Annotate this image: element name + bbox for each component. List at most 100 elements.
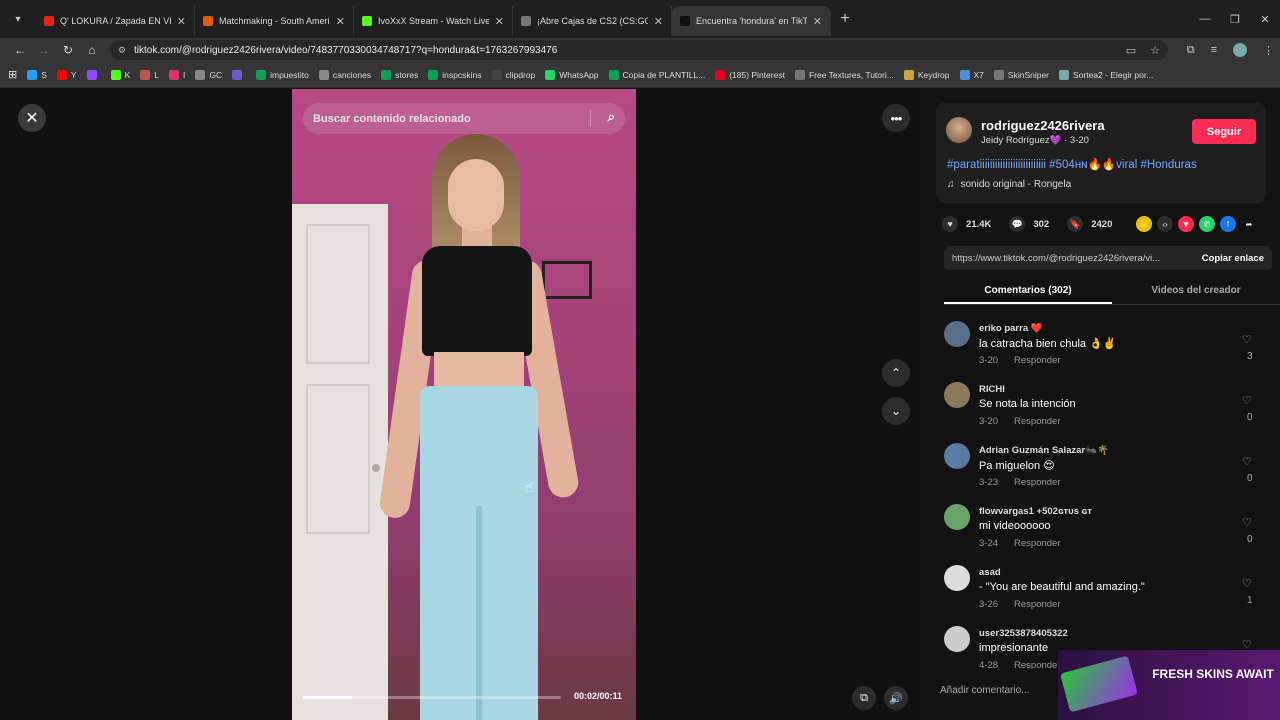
tab-comments[interactable]: Comentarios (302)	[944, 281, 1112, 304]
pip-icon[interactable]: ⧉	[852, 686, 876, 710]
comment-heart-icon[interactable]: ♡	[1242, 455, 1252, 468]
new-tab-button[interactable]: +	[831, 10, 859, 28]
bookmark-item[interactable]: WhatsApp	[545, 69, 599, 80]
bookmark-item[interactable]: X7	[959, 69, 984, 80]
comment-username[interactable]: RICHI	[979, 384, 1005, 395]
comment-avatar[interactable]	[944, 443, 970, 469]
comment-avatar[interactable]	[944, 565, 970, 591]
reply-button[interactable]: Responder	[1014, 660, 1060, 669]
menu-icon[interactable]: ⋮	[1263, 44, 1274, 57]
bookmark-item[interactable]: Y	[56, 69, 77, 80]
comment-username[interactable]: flowvargas1 +502ɢᴛᴜs ɢᴛ	[979, 506, 1092, 517]
comment-avatar[interactable]	[944, 382, 970, 408]
bookmark-item[interactable]: I	[168, 69, 185, 80]
comment-username[interactable]: asad	[979, 567, 1001, 578]
search-icon[interactable]: ⌕	[608, 109, 615, 125]
repost-icon[interactable]: ▼	[1178, 216, 1194, 232]
reply-button[interactable]: Responder	[1014, 416, 1060, 427]
video-progress-bar[interactable]	[303, 696, 561, 699]
author-username[interactable]: rodriguez2426rivera	[981, 118, 1105, 133]
tab-close-icon[interactable]: ✕	[654, 15, 663, 28]
close-video-button[interactable]: ✕	[18, 104, 46, 132]
comment-avatar[interactable]	[944, 626, 970, 652]
bookmark-item[interactable]: inspcskins	[428, 69, 482, 80]
comment-username[interactable]: user3253878405322	[979, 628, 1068, 639]
bookmark-item[interactable]: impuestito	[256, 69, 309, 80]
home-icon[interactable]: ⌂	[80, 43, 104, 57]
bookmark-item[interactable]: stores	[381, 69, 418, 80]
related-search-input[interactable]: Buscar contenido relacionado ⌕	[303, 103, 625, 134]
profile-avatar[interactable]	[1233, 43, 1247, 57]
bookmark-item[interactable]: Sortea2 - Elegir por...	[1059, 69, 1153, 80]
author-avatar[interactable]	[946, 117, 972, 143]
comment-avatar[interactable]	[944, 504, 970, 530]
embed-icon[interactable]: ‹›	[1157, 216, 1173, 232]
music-row[interactable]: ♫ sonido original - Rongela	[947, 179, 1071, 190]
url-field[interactable]: ⚙ tiktok.com/@rodriguez2426rivera/video/…	[110, 40, 1168, 60]
browser-tab[interactable]: Encuentra 'hondura' en TikTok ✕	[672, 6, 831, 36]
follow-button[interactable]: Seguir	[1192, 119, 1256, 144]
bookmark-item[interactable]: Copia de PLANTILL...	[608, 69, 705, 80]
reply-button[interactable]: Responder	[1014, 477, 1060, 488]
comment-icon[interactable]: 💬	[1009, 216, 1026, 232]
comment-heart-icon[interactable]: ♡	[1242, 516, 1252, 529]
comment-heart-icon[interactable]: ♡	[1242, 394, 1252, 407]
reload-icon[interactable]: ↻	[56, 43, 80, 57]
comment-heart-icon[interactable]: ♡	[1242, 577, 1252, 590]
copy-link-button[interactable]: Copiar enlace	[1202, 253, 1264, 264]
comment-username[interactable]: Adrian Guzmán Salazar🐜🌴	[979, 445, 1109, 456]
volume-icon[interactable]: 🔊	[884, 686, 908, 710]
site-info-icon[interactable]: ⚙	[118, 45, 126, 56]
coin-icon[interactable]: ☺	[1136, 216, 1152, 232]
browser-tab[interactable]: ¡Abre Cajas de CS2 (CS:GO), Ga ✕	[513, 6, 672, 36]
extensions-icon[interactable]: ⧉	[1187, 44, 1195, 57]
bookmark-item[interactable]: clipdrop	[491, 69, 535, 80]
browser-tab[interactable]: Matchmaking - South America ✕	[195, 6, 354, 36]
browser-tab[interactable]: Q' LOKURA / Zapada EN VIVO ✕	[36, 6, 195, 36]
back-icon[interactable]: ←	[8, 43, 32, 57]
forward-icon[interactable]: →	[32, 43, 56, 57]
bookmark-item[interactable]: L	[140, 69, 159, 80]
tab-close-icon[interactable]: ✕	[813, 15, 822, 28]
reply-button[interactable]: Responder	[1014, 538, 1060, 549]
comment-username[interactable]: eriko parra ❤️	[979, 323, 1043, 334]
bookmark-item[interactable]	[232, 69, 246, 80]
comment-avatar[interactable]	[944, 321, 970, 347]
tab-creator-videos[interactable]: Videos del creador	[1112, 281, 1280, 304]
comment-heart-icon[interactable]: ♡	[1242, 333, 1252, 346]
bookmark-item[interactable]: S	[27, 69, 47, 80]
more-options-button[interactable]: •••	[882, 104, 910, 132]
promo-overlay[interactable]: FRESH SKINS AWAIT	[1058, 650, 1280, 720]
bookmark-item[interactable]: (185) Pinterest	[715, 69, 785, 80]
facebook-icon[interactable]: f	[1220, 216, 1236, 232]
close-window-icon[interactable]: ✕	[1250, 0, 1280, 38]
next-video-button[interactable]: ⌄	[882, 397, 910, 425]
media-icon[interactable]: ≡	[1211, 44, 1217, 56]
share-arrow-icon[interactable]: ➦	[1241, 216, 1257, 232]
cast-icon[interactable]: ▭	[1126, 44, 1136, 57]
previous-video-button[interactable]: ⌃	[882, 359, 910, 387]
reply-button[interactable]: Responder	[1014, 599, 1060, 610]
bookmark-item[interactable]: Free Textures, Tutori...	[794, 69, 894, 80]
video-caption[interactable]: #paratiiiiiiiiiiiiiiiiiiiiiiiiii #504ʜɴ🔥…	[947, 157, 1197, 171]
bookmark-star-icon[interactable]: ☆	[1150, 44, 1160, 57]
reply-button[interactable]: Responder	[1014, 355, 1060, 366]
tab-close-icon[interactable]: ✕	[336, 15, 345, 28]
bookmark-item[interactable]: canciones	[318, 69, 371, 80]
bookmark-item[interactable]: GC	[195, 69, 222, 80]
bookmark-item[interactable]: K	[110, 69, 130, 80]
bookmark-item[interactable]: Keydrop	[903, 69, 950, 80]
add-comment-input[interactable]: Añadir comentario...	[940, 685, 1030, 696]
apps-grid-icon[interactable]: ⊞	[8, 68, 17, 81]
tab-search-icon[interactable]: ▾	[0, 0, 36, 38]
restore-icon[interactable]: ❐	[1220, 0, 1250, 38]
whatsapp-icon[interactable]: ✆	[1199, 216, 1215, 232]
bookmark-item[interactable]: SkinSniper	[993, 69, 1049, 80]
bookmark-icon[interactable]: 🔖	[1067, 216, 1084, 232]
browser-tab[interactable]: IvoXxX Stream - Watch Live on ✕	[354, 6, 513, 36]
tab-close-icon[interactable]: ✕	[495, 15, 504, 28]
bookmark-item[interactable]	[86, 69, 101, 80]
tab-close-icon[interactable]: ✕	[177, 15, 186, 28]
video-player[interactable]	[292, 89, 636, 720]
minimize-icon[interactable]: —	[1190, 0, 1220, 38]
